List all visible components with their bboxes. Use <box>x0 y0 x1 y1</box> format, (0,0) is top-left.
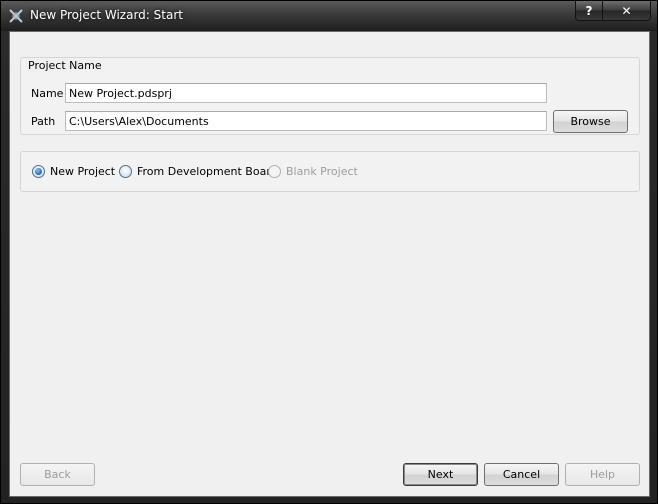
radio-new-project[interactable]: New Project <box>32 165 115 178</box>
cancel-button[interactable]: Cancel <box>484 463 559 486</box>
caption-buttons: ? ✕ <box>575 1 651 21</box>
radio-indicator <box>119 165 132 178</box>
title-bar[interactable]: New Project Wizard: Start ? ✕ <box>1 1 657 31</box>
path-label: Path <box>31 115 56 128</box>
radio-indicator <box>268 165 281 178</box>
wizard-client-area: Project Name Name New Project.pdsprj Pat… <box>9 31 650 497</box>
help-caption-button[interactable]: ? <box>575 1 603 21</box>
window-title: New Project Wizard: Start <box>30 8 183 22</box>
path-input[interactable]: C:\Users\Alex\Documents <box>65 111 547 131</box>
app-icon <box>9 9 23 23</box>
next-button[interactable]: Next <box>403 463 478 486</box>
name-label: Name <box>31 87 64 100</box>
radio-label: Blank Project <box>286 165 358 178</box>
radio-indicator <box>32 165 45 178</box>
help-button[interactable]: Help <box>565 463 640 486</box>
radio-from-development-board[interactable]: From Development Board <box>119 165 278 178</box>
radio-blank-project[interactable]: Blank Project <box>268 165 358 178</box>
browse-button[interactable]: Browse <box>553 110 628 133</box>
project-name-group-title: Project Name <box>26 59 104 72</box>
radio-label: New Project <box>50 165 116 178</box>
name-input[interactable]: New Project.pdsprj <box>65 83 547 103</box>
radio-label: From Development Board <box>137 165 278 178</box>
wizard-window: New Project Wizard: Start ? ✕ Project Na… <box>0 0 658 504</box>
back-button[interactable]: Back <box>20 463 95 486</box>
close-button[interactable]: ✕ <box>603 1 651 21</box>
project-type-panel: New Project From Development Board Blank… <box>20 151 640 192</box>
